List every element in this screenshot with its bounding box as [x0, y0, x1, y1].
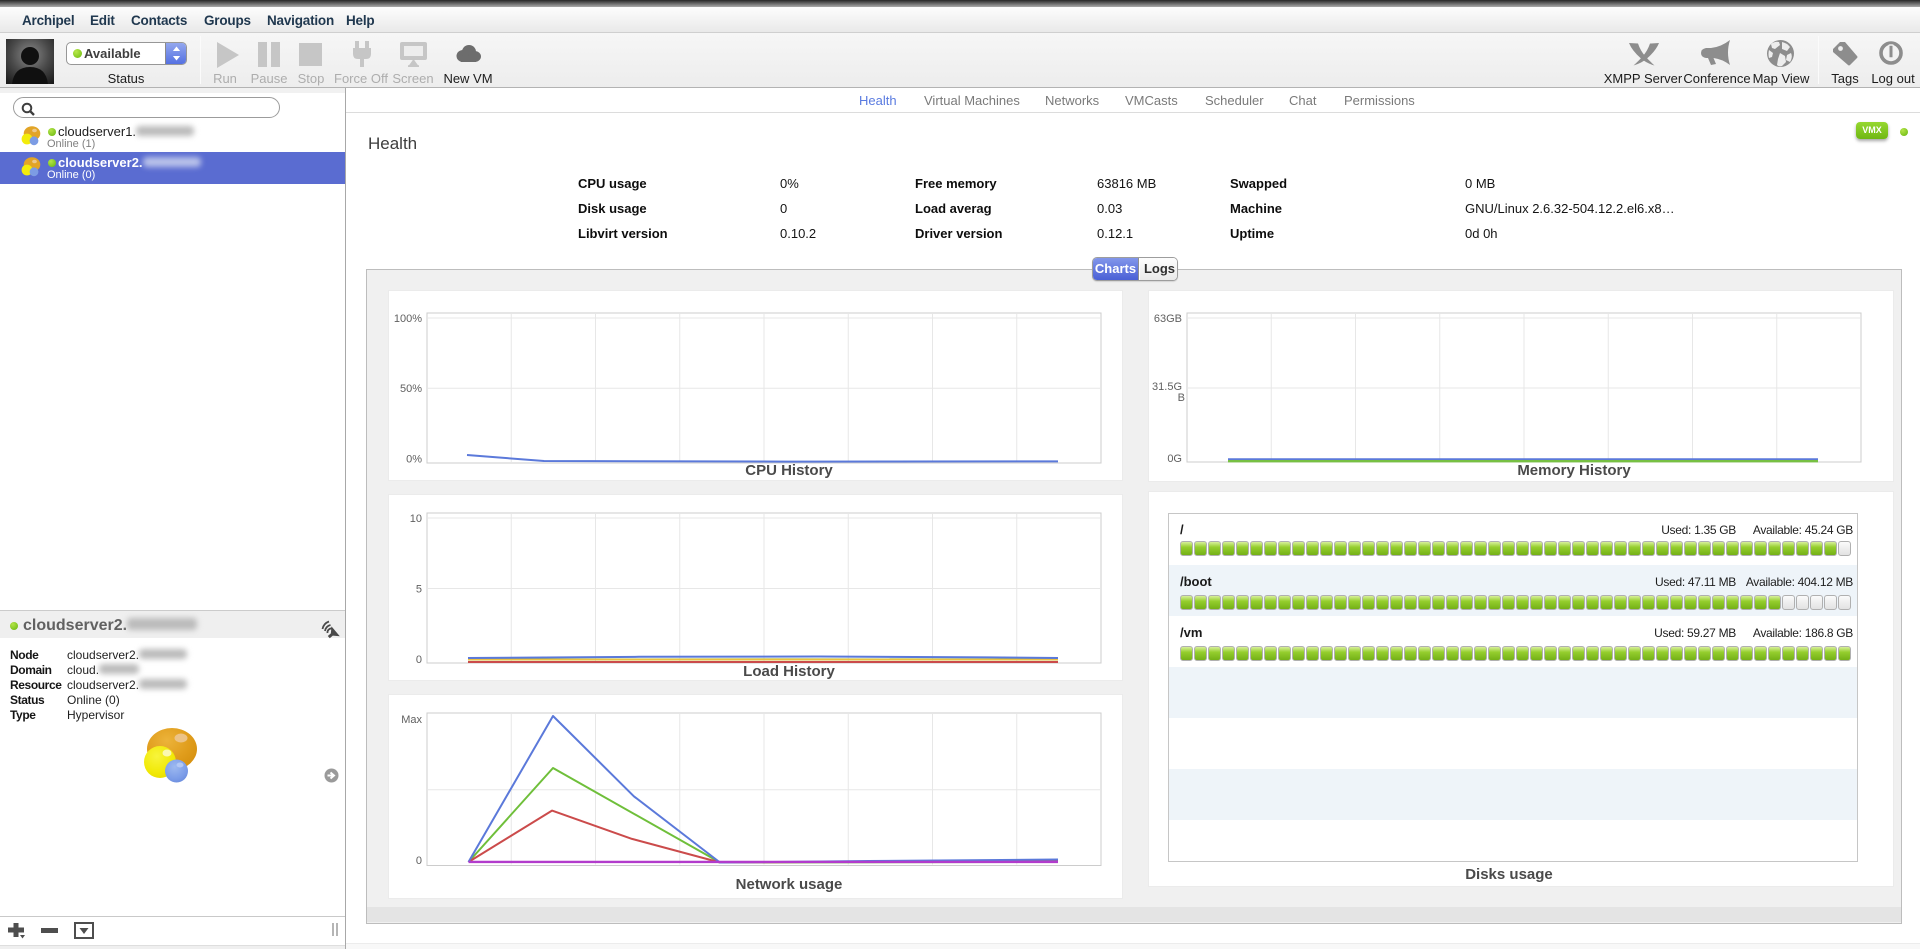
svg-text:0: 0 [416, 855, 422, 867]
svg-text:0G: 0G [1167, 453, 1182, 465]
svg-text:50%: 50% [400, 383, 422, 395]
svg-text:B: B [1178, 392, 1185, 404]
svg-text:5: 5 [416, 584, 422, 596]
svg-text:Max: Max [401, 714, 422, 726]
svg-text:100%: 100% [394, 313, 422, 325]
svg-text:10: 10 [410, 513, 422, 525]
svg-text:63GB: 63GB [1154, 313, 1182, 325]
